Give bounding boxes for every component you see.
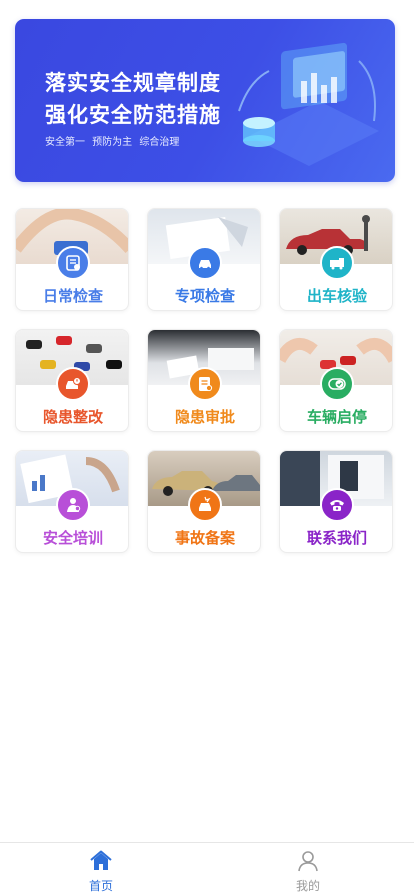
telephone-icon <box>320 488 354 522</box>
tile-label: 车辆启停 <box>306 408 367 426</box>
user-icon <box>298 851 318 872</box>
tile-label: 日常检查 <box>42 287 103 305</box>
tile-hazard-rectification[interactable]: 隐患整改 <box>15 329 129 432</box>
tile-label: 事故备案 <box>174 529 235 547</box>
banner-title-line1: 落实安全规章制度 <box>45 71 221 95</box>
trainer-icon <box>56 488 90 522</box>
hero-banner[interactable]: 落实安全规章制度 强化安全防范措施 安全第一 预防为主 综合治理 <box>15 19 395 182</box>
tab-home[interactable]: 首页 <box>61 847 141 893</box>
safety-dashboard-illustration <box>238 42 379 166</box>
tab-home-label: 首页 <box>88 879 113 893</box>
tab-mine-label: 我的 <box>295 879 320 893</box>
tile-vehicle-start-stop[interactable]: 车辆启停 <box>279 329 393 432</box>
document-approve-icon <box>188 367 222 401</box>
tile-label: 安全培训 <box>42 529 103 547</box>
tile-label: 隐患整改 <box>42 408 103 426</box>
home-icon <box>90 850 112 870</box>
toggle-check-icon <box>320 367 354 401</box>
tile-special-inspection[interactable]: 专项检查 <box>147 208 261 311</box>
tile-hazard-approval[interactable]: 隐患审批 <box>147 329 261 432</box>
car-icon <box>188 246 222 280</box>
truck-icon <box>320 246 354 280</box>
tile-accident-filing[interactable]: 事故备案 <box>147 450 261 553</box>
checklist-icon <box>56 246 90 280</box>
bottom-tab-bar: 首页 我的 <box>0 842 414 896</box>
tile-departure-verification[interactable]: 出车核验 <box>279 208 393 311</box>
car-alert-icon <box>56 367 90 401</box>
tab-mine[interactable]: 我的 <box>268 847 348 893</box>
tile-label: 专项检查 <box>174 287 235 305</box>
tile-label: 联系我们 <box>306 529 367 547</box>
banner-title-line2: 强化安全防范措施 <box>45 103 221 127</box>
car-accident-icon <box>188 488 222 522</box>
tile-label: 出车核验 <box>306 287 367 305</box>
tile-daily-inspection[interactable]: 日常检查 <box>15 208 129 311</box>
tile-label: 隐患审批 <box>174 408 235 426</box>
banner-subtitle: 安全第一 预防为主 综合治理 <box>45 137 180 148</box>
tile-contact-us[interactable]: 联系我们 <box>279 450 393 553</box>
tile-safety-training[interactable]: 安全培训 <box>15 450 129 553</box>
